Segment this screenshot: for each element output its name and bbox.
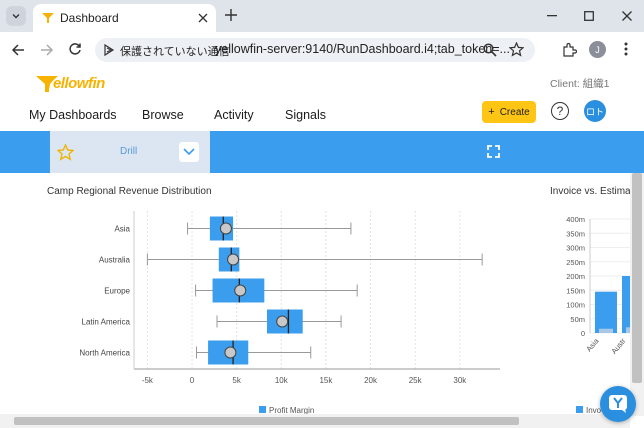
legend-swatch bbox=[259, 406, 266, 413]
back-arrow-icon[interactable] bbox=[11, 43, 25, 57]
tab-title: Dashboard bbox=[60, 11, 119, 25]
chevron-down-icon bbox=[183, 148, 195, 156]
browser-tab[interactable]: Dashboard bbox=[33, 4, 216, 32]
nav-signals[interactable]: Signals bbox=[285, 108, 326, 122]
nav-browse[interactable]: Browse bbox=[142, 108, 184, 122]
not-secure-icon[interactable] bbox=[102, 43, 116, 57]
horizontal-scrollbar[interactable] bbox=[0, 414, 630, 428]
x-tick-label: 30k bbox=[453, 376, 467, 385]
logo-text: Yellowfin bbox=[44, 75, 105, 92]
close-window-icon[interactable] bbox=[622, 11, 632, 21]
drill-filter-panel: Drill bbox=[50, 131, 210, 173]
vertical-scrollbar[interactable] bbox=[630, 173, 644, 416]
chat-y-icon bbox=[609, 395, 627, 413]
x-tick-label: 5k bbox=[232, 376, 241, 385]
x-tick-label: 0 bbox=[190, 376, 195, 385]
y-tick-label: 250m bbox=[566, 258, 585, 267]
vertical-scroll-thumb[interactable] bbox=[632, 173, 642, 383]
dashboard-canvas: Camp Regional Revenue Distribution Invoi… bbox=[0, 173, 631, 414]
tab-close-icon[interactable] bbox=[198, 13, 208, 23]
client-label: Client: 組織1 bbox=[550, 78, 610, 90]
profile-initial: J bbox=[595, 44, 600, 55]
user-avatar-button[interactable]: ロト bbox=[584, 100, 606, 122]
x-tick-label: -5k bbox=[142, 376, 154, 385]
app-header: Yellowfin Client: 組織1 My Dashboards Brow… bbox=[0, 68, 644, 130]
category-label: Asia bbox=[584, 336, 601, 354]
create-label: Create bbox=[499, 106, 530, 118]
mean-marker bbox=[276, 315, 289, 328]
category-label: North America bbox=[79, 349, 130, 358]
yellowfin-tab-favicon-icon bbox=[42, 13, 54, 23]
browser-menu-kebab-icon[interactable] bbox=[624, 42, 628, 56]
create-button[interactable]: + Create bbox=[482, 101, 536, 123]
category-label: Austr bbox=[609, 336, 627, 356]
y-tick-label: 300m bbox=[566, 244, 585, 253]
horizontal-scroll-thumb[interactable] bbox=[14, 417, 519, 425]
tab-search-button[interactable] bbox=[6, 6, 26, 26]
mean-marker bbox=[227, 253, 240, 266]
bar-secondary bbox=[599, 328, 613, 333]
mean-marker bbox=[224, 346, 237, 359]
box-plot-chart: -5k 0 5k 10k 15k 20k 25k 30k Asia Australia Europe… bbox=[79, 211, 500, 414]
x-tick-label: 20k bbox=[364, 376, 378, 385]
favourite-star-icon[interactable] bbox=[57, 144, 74, 161]
category-label: Europe bbox=[104, 287, 130, 296]
profile-avatar[interactable]: J bbox=[589, 41, 606, 58]
bookmark-star-icon[interactable] bbox=[509, 42, 524, 57]
nav-my-dashboards[interactable]: My Dashboards bbox=[29, 108, 117, 122]
x-tick-label: 15k bbox=[319, 376, 333, 385]
invoice-bar-chart: 400m 350m 300m 250m 200m 150m 100m 50m 0Asia Aust… bbox=[566, 215, 630, 414]
legend-swatch bbox=[576, 406, 583, 413]
extensions-puzzle-icon[interactable] bbox=[562, 42, 577, 57]
forward-arrow-icon[interactable] bbox=[40, 43, 54, 57]
y-tick-label: 350m bbox=[566, 229, 585, 238]
nav-activity[interactable]: Activity bbox=[214, 108, 254, 122]
mean-marker bbox=[219, 222, 232, 235]
drill-dropdown-button[interactable] bbox=[179, 142, 199, 162]
y-tick-label: 400m bbox=[566, 215, 585, 224]
avatar-label: ロト bbox=[585, 106, 604, 117]
maximize-icon[interactable] bbox=[584, 11, 594, 21]
fullscreen-icon[interactable] bbox=[487, 145, 500, 158]
new-tab-plus-icon[interactable] bbox=[225, 9, 237, 21]
security-status-label: 保護されていない通信 bbox=[120, 46, 230, 58]
category-label: Australia bbox=[99, 256, 131, 265]
y-tick-label: 200m bbox=[566, 272, 585, 281]
reload-icon[interactable] bbox=[68, 42, 82, 56]
legend-label: Profit Margin bbox=[269, 406, 314, 414]
minimize-icon[interactable] bbox=[547, 15, 557, 17]
x-tick-label: 10k bbox=[275, 376, 289, 385]
y-tick-label: 0 bbox=[581, 329, 585, 338]
chevron-down-icon bbox=[12, 14, 20, 19]
bar bbox=[622, 276, 630, 333]
drill-label: Drill bbox=[120, 146, 138, 157]
y-tick-label: 150m bbox=[566, 286, 585, 295]
y-tick-label: 100m bbox=[566, 301, 585, 310]
bar bbox=[595, 291, 617, 333]
yellowfin-assistant-button[interactable] bbox=[600, 386, 636, 422]
category-label: Asia bbox=[114, 225, 130, 234]
plus-icon: + bbox=[488, 106, 495, 118]
browser-tab-strip: Dashboard bbox=[0, 0, 644, 32]
category-label: Latin America bbox=[82, 318, 131, 327]
help-label: ? bbox=[556, 104, 564, 118]
help-button[interactable]: ? bbox=[551, 102, 569, 120]
yellowfin-logo[interactable]: Yellowfin bbox=[36, 72, 126, 96]
y-tick-label: 50m bbox=[570, 315, 585, 324]
url-text[interactable]: yellowfin-server:9140/RunDashboard.i4;ta… bbox=[215, 42, 510, 56]
address-bar[interactable]: 保護されていない通信 yellowfin-server:9140/RunDash… bbox=[95, 38, 535, 62]
zoom-search-icon[interactable] bbox=[483, 43, 497, 57]
mean-marker bbox=[234, 284, 247, 297]
x-tick-label: 25k bbox=[409, 376, 423, 385]
